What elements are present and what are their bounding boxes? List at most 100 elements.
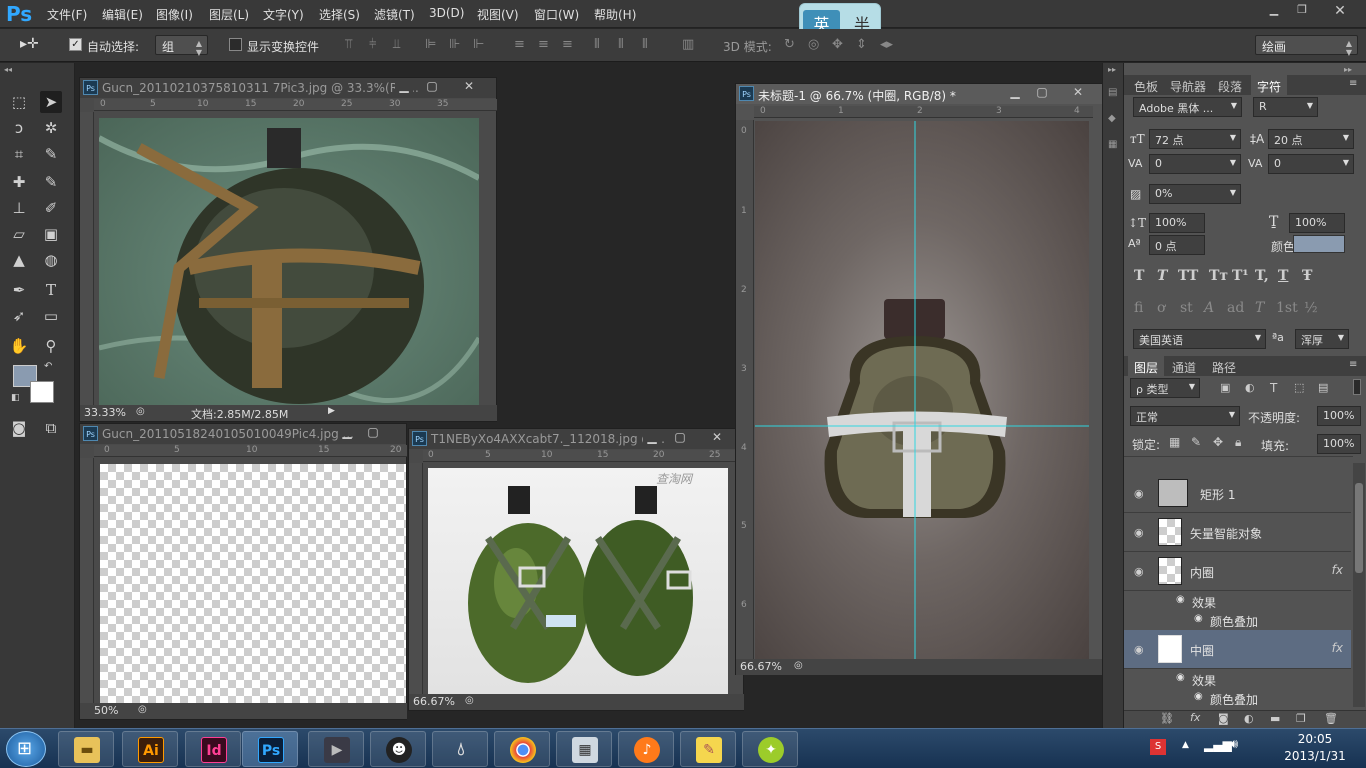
start-button[interactable]: ⊞ — [6, 731, 46, 767]
tab-swatches[interactable]: 色板 — [1128, 75, 1164, 95]
stamp-tool-icon[interactable]: ⊥ — [8, 197, 30, 219]
distribute-left-icon[interactable]: ⦀ — [594, 37, 600, 52]
history-brush-tool-icon[interactable]: ✐ — [40, 197, 62, 219]
blend-mode-dropdown[interactable]: 正常 ▼ — [1130, 406, 1240, 426]
default-colors-icon[interactable]: ◧ — [11, 393, 20, 403]
tab-paragraph[interactable]: 段落 — [1212, 75, 1248, 95]
marquee-tool-icon[interactable]: ⬚ — [8, 91, 30, 113]
adjustment-layer-icon[interactable]: ◐ — [1244, 712, 1254, 725]
taskbar-sticky-notes[interactable]: ✎ — [680, 731, 736, 767]
effects-row[interactable]: ◉ 效果 — [1124, 592, 1351, 611]
quick-mask-icon[interactable]: ◙ — [8, 417, 30, 439]
maximize-icon[interactable]: ▢ — [671, 430, 689, 446]
screen-mode-icon[interactable]: ⧉ — [40, 417, 62, 439]
delete-layer-icon[interactable]: 🗑︎ — [1324, 712, 1338, 725]
layers-scrollbar[interactable] — [1353, 463, 1365, 707]
3d-roll-icon[interactable]: ◎ — [808, 37, 819, 52]
distribute-vcenter-icon[interactable]: ≡ — [538, 37, 549, 52]
maximize-icon[interactable]: ▢ — [1033, 85, 1051, 101]
effects-row[interactable]: ◉ 效果 — [1124, 670, 1351, 689]
expand-icon[interactable]: ▸▸ — [1344, 65, 1352, 74]
filter-adjustment-icon[interactable]: ◐ — [1245, 381, 1255, 394]
panel-icon-b[interactable]: ◆ — [1108, 113, 1116, 124]
collapse-icon[interactable]: ◂◂ — [4, 65, 12, 74]
tab-layers[interactable]: 图层 — [1128, 356, 1165, 376]
collapse-icon[interactable]: ▸▸ — [1108, 65, 1116, 74]
small-caps-button[interactable]: Tт — [1209, 268, 1228, 284]
menu-edit[interactable]: 编辑(E) — [102, 6, 143, 23]
maximize-icon[interactable]: ▢ — [423, 79, 441, 95]
pen-tool-icon[interactable]: ✒ — [8, 279, 30, 301]
tray-s-icon[interactable]: S — [1150, 739, 1166, 755]
align-top-icon[interactable]: ⫪ — [345, 37, 352, 52]
taskbar-indesign[interactable]: Id — [185, 731, 241, 767]
document-window-3[interactable]: Ps T1NEByXo4AXXcabt7._112018.jpg @... ▁ … — [408, 428, 744, 711]
clock-date[interactable]: 2013/1/31 — [1270, 749, 1360, 763]
blur-tool-icon[interactable]: ▲ — [8, 249, 30, 271]
minimize-icon[interactable]: ▁ — [338, 425, 356, 441]
align-hcenter-icon[interactable]: ⊪ — [449, 37, 460, 52]
menu-select[interactable]: 选择(S) — [319, 6, 360, 23]
maximize-icon[interactable]: ▢ — [364, 425, 382, 441]
ligature-button[interactable]: fi — [1134, 300, 1143, 316]
font-style-dropdown[interactable]: R ▼ — [1253, 97, 1318, 117]
network-icon[interactable]: ▂▄▆ — [1204, 738, 1232, 752]
baseline-shift-input[interactable]: 0 点 — [1149, 235, 1205, 255]
hand-tool-icon[interactable]: ✋ — [8, 335, 30, 357]
titling-alt-button[interactable]: T — [1255, 300, 1264, 316]
text-color-swatch[interactable] — [1293, 235, 1345, 253]
menu-help[interactable]: 帮助(H) — [594, 6, 636, 23]
zoom-level[interactable]: 50% — [84, 704, 118, 717]
move-tool-icon[interactable]: ▸✛ — [20, 36, 39, 52]
menu-3d[interactable]: 3D(D) — [429, 6, 464, 20]
add-style-icon[interactable]: fx — [1190, 711, 1200, 724]
kerning-input[interactable]: 0 ▼ — [1149, 154, 1241, 174]
document-window-active[interactable]: Ps 未标题-1 @ 66.7% (中圈, RGB/8) * ▁ ▢ ✕ 0 1… — [735, 83, 1105, 675]
swash-button[interactable]: A — [1204, 300, 1214, 316]
close-icon[interactable]: ✕ — [460, 79, 478, 95]
language-dropdown[interactable]: 美国英语 ▼ — [1133, 329, 1266, 349]
lock-all-icon[interactable]: 🔒︎ — [1235, 435, 1241, 450]
panel-menu-icon[interactable]: ≡ — [1349, 78, 1357, 89]
restore-icon[interactable]: ❐ — [1291, 3, 1313, 17]
tab-character[interactable]: 字符 — [1251, 75, 1288, 95]
taskbar-droplet[interactable]: 💧︎ — [432, 731, 488, 767]
discretionary-ligature-button[interactable]: st — [1180, 300, 1193, 316]
taskbar-media-player[interactable]: ▶ — [308, 731, 364, 767]
crop-tool-icon[interactable]: ⌗ — [8, 143, 30, 165]
layer-row-selected[interactable]: ◉ 中圈 fx — [1124, 630, 1351, 669]
faux-italic-button[interactable]: T — [1157, 268, 1167, 284]
3d-pan-icon[interactable]: ✥ — [832, 37, 843, 52]
3d-rotate-icon[interactable]: ↻ — [784, 37, 795, 52]
background-color-swatch[interactable] — [30, 381, 54, 403]
3d-scale-icon[interactable]: ◂▸ — [880, 37, 893, 52]
subscript-button[interactable]: T, — [1255, 268, 1269, 284]
close-icon[interactable]: ✕ — [1329, 3, 1351, 19]
distribute-right-icon[interactable]: ⦀ — [642, 37, 648, 52]
panel-menu-icon[interactable]: ≡ — [1349, 359, 1357, 370]
font-size-input[interactable]: 72 点 ▼ — [1149, 129, 1241, 149]
stylistic-alt-button[interactable]: ad — [1227, 300, 1244, 316]
menu-view[interactable]: 视图(V) — [477, 6, 519, 23]
tracking-input[interactable]: 0 ▼ — [1268, 154, 1354, 174]
zoom-level[interactable]: 66.67% — [413, 695, 455, 708]
taskbar-photoshop[interactable]: Ps — [242, 731, 298, 767]
leading-input[interactable]: 20 点 ▼ — [1268, 129, 1354, 149]
visibility-eye-icon[interactable]: ◉ — [1176, 594, 1185, 605]
layer-row[interactable]: ◉ 内圈 fx — [1124, 552, 1351, 591]
taskbar-explorer[interactable]: ▬ — [58, 731, 114, 767]
rectangle-tool-icon[interactable]: ▭ — [40, 305, 62, 327]
play-icon[interactable]: ▶ — [328, 406, 335, 416]
filter-pixel-icon[interactable]: ▣ — [1220, 381, 1230, 394]
minimize-icon[interactable]: ▁ — [395, 79, 413, 95]
zoom-tool-icon[interactable]: ⚲ — [40, 335, 62, 357]
visibility-eye-icon[interactable]: ◉ — [1176, 672, 1185, 683]
filter-type-icon[interactable]: T — [1270, 381, 1277, 395]
auto-align-icon[interactable]: ▥ — [682, 37, 694, 52]
swap-colors-icon[interactable]: ↶ — [44, 361, 52, 372]
visibility-eye-icon[interactable]: ◉ — [1134, 643, 1144, 656]
horizontal-scale-input[interactable]: 100% — [1289, 213, 1345, 233]
move-tool-icon[interactable]: ➤ — [40, 91, 62, 113]
document-title-bar[interactable]: Ps Gucn_20110518240105010049Pic4.jpg ... — [80, 424, 406, 444]
tab-paths[interactable]: 路径 — [1206, 356, 1242, 376]
